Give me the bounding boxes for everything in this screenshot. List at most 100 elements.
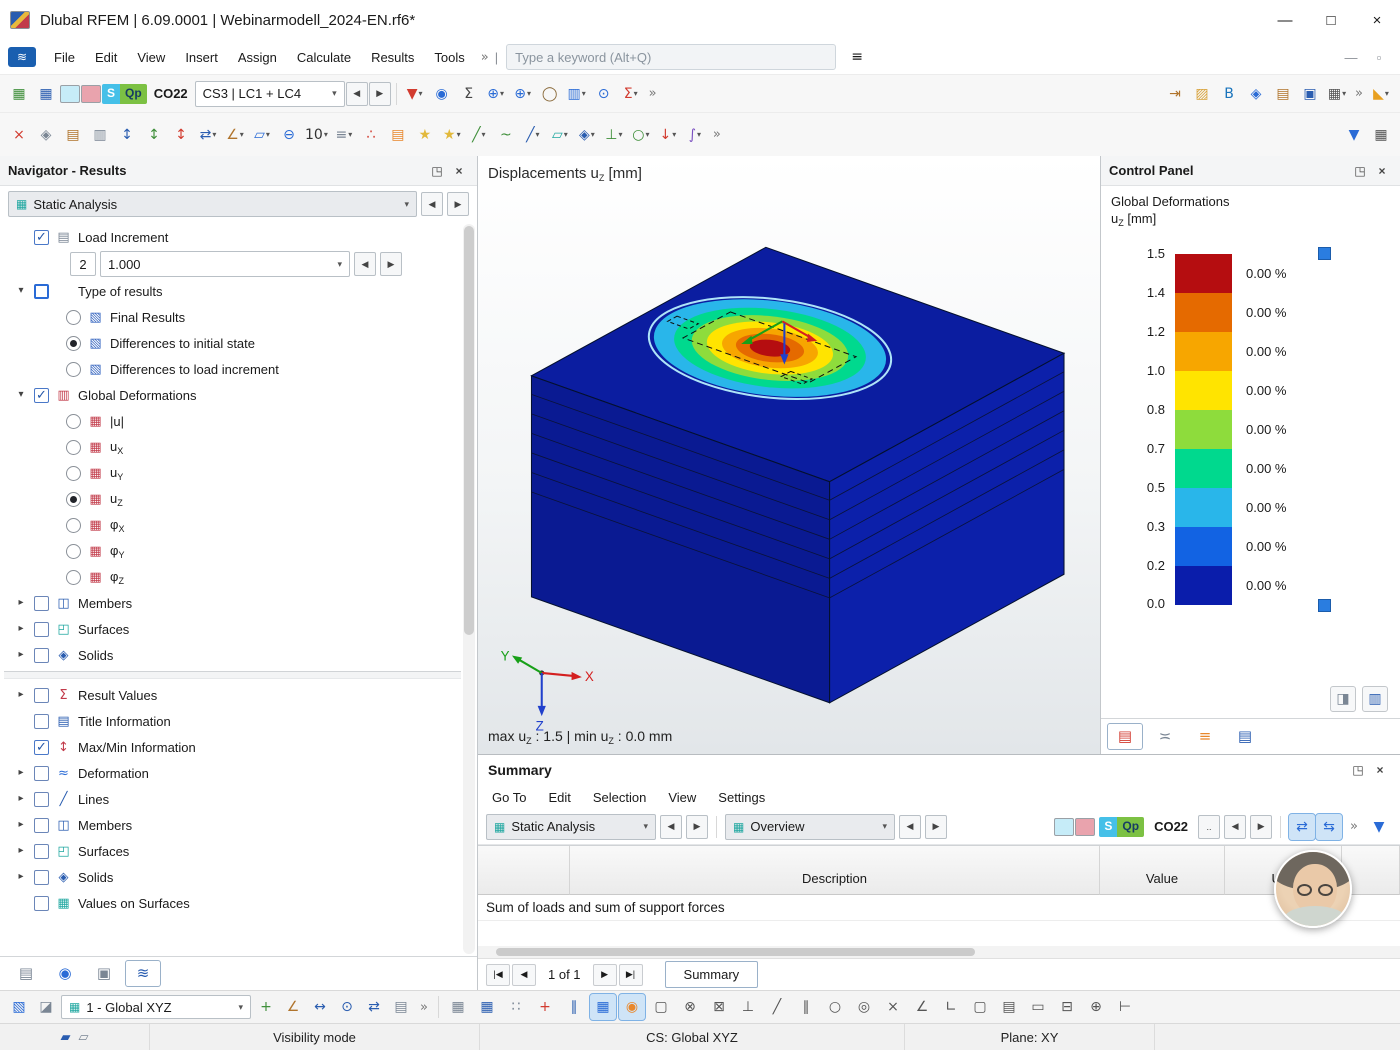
tree-item-control[interactable] (34, 765, 49, 781)
navigator-scrollbar[interactable] (463, 224, 475, 954)
new-table-icon[interactable]: ▦ (6, 81, 32, 107)
bottom-overflow-icon[interactable]: » (416, 1001, 432, 1014)
dimension-icon[interactable]: 10 ▾ (303, 122, 330, 148)
tree-item[interactable]: ▸ ◫ Members (4, 812, 461, 838)
panel-display-icon[interactable]: ◨ (1330, 686, 1356, 712)
summary-analysis-prev-button[interactable]: ◀ (660, 814, 682, 839)
max-values-icon[interactable]: Σ ▾ (618, 81, 644, 107)
load-case-combo[interactable]: CS3 | LC1 + LC4 ▾ (194, 80, 345, 107)
summary-view-prev-button[interactable]: ◀ (899, 814, 921, 839)
drafting-tool-icon[interactable]: ◣ ▾ (1368, 81, 1394, 107)
result-type-chip[interactable]: S Qp (102, 83, 147, 104)
snap-tangent-icon[interactable]: ◎ (851, 994, 877, 1020)
case-next-button[interactable]: ▶ (368, 81, 391, 106)
snap-node-icon[interactable]: + (532, 994, 558, 1020)
control-panel-close-icon[interactable]: × (1372, 161, 1392, 181)
ucs-align-icon[interactable]: ⇄ (361, 994, 387, 1020)
tree-item-control[interactable] (66, 309, 81, 325)
viewport-3d[interactable]: Y X Z Displacements uZ [mm] max uZ : 1.5… (478, 156, 1100, 754)
increment-prev-button[interactable]: ◀ (354, 252, 376, 276)
tab-settings-icon[interactable]: ▤ (1227, 723, 1263, 750)
search-box[interactable] (506, 44, 837, 70)
model-cube-icon[interactable]: ◈ (1243, 81, 1269, 107)
ucs-origin-icon[interactable]: ⊙ (334, 994, 360, 1020)
object-snap-icon[interactable]: ◉ (617, 993, 646, 1021)
tree-item[interactable]: ▦ uX (4, 434, 461, 460)
tree-item[interactable]: ▦ φZ (4, 564, 461, 590)
tree-item[interactable]: ▸ ◰ Surfaces (4, 838, 461, 864)
scale-handle-bottom[interactable] (1318, 599, 1331, 612)
summary-overflow-icon[interactable]: » (1346, 820, 1362, 833)
work-plane-icon[interactable]: ▱ ▾ (249, 122, 275, 148)
grid-settings-icon[interactable]: ▦ (474, 994, 500, 1020)
new-load-icon[interactable]: ↓ ▾ (655, 122, 681, 148)
toolbar-overflow2-icon[interactable]: » (1351, 87, 1367, 100)
pager-next-button[interactable]: ▶ (592, 963, 617, 986)
tab-views-icon[interactable]: ◉ (47, 960, 83, 987)
visibility-filter-icon[interactable]: ▼ (1341, 122, 1367, 148)
summary-menu-item[interactable]: Edit (538, 784, 580, 810)
pager-last-button[interactable]: ▶| (618, 963, 643, 986)
new-support-icon[interactable]: ⊥ ▾ (601, 122, 627, 148)
summary-analysis-next-button[interactable]: ▶ (686, 814, 708, 839)
summary-result-chip[interactable]: S Qp (1099, 816, 1145, 837)
new-arc-icon[interactable]: ~ (493, 122, 519, 148)
clipboard-icon[interactable]: ▤ (1270, 81, 1296, 107)
tree-item[interactable]: ▧ Final Results (4, 304, 461, 330)
tab-summary[interactable]: Summary (664, 961, 759, 988)
coordinate-system-combo[interactable]: ▦ 1 - Global XYZ ▾ (61, 995, 251, 1019)
close-button[interactable]: × (1354, 0, 1400, 40)
tree-item-control[interactable] (34, 647, 49, 663)
save-icon[interactable]: ▣ (1297, 81, 1323, 107)
snap-line-icon[interactable]: ╱ (764, 994, 790, 1020)
tab-camera-icon[interactable]: ▣ (86, 960, 122, 987)
tab-display-icon[interactable]: ▤ (8, 960, 44, 987)
tree-item-control[interactable] (66, 361, 81, 377)
ucs-edit-icon[interactable]: ∠ (280, 994, 306, 1020)
analysis-prev-button[interactable]: ◀ (421, 192, 443, 216)
summary-case-prev-button[interactable]: ◀ (1224, 814, 1247, 839)
child-restore-icon[interactable]: ▫ (1366, 44, 1392, 70)
new-line-icon[interactable]: ╱ ▾ (466, 122, 492, 148)
tree-item[interactable]: ▾ Type of results (4, 278, 461, 304)
observer-view-icon[interactable]: ◯ (537, 81, 563, 107)
tree-item[interactable]: ▸ ◰ Surfaces (4, 616, 461, 642)
menu-item[interactable]: View (127, 44, 175, 70)
tree-item-control[interactable] (34, 687, 49, 703)
tree-item[interactable]: ▸ ≈ Deformation (4, 760, 461, 786)
delete-filter-icon[interactable]: ▼ ▾ (402, 81, 428, 107)
status-visibility-mode[interactable]: Visibility mode (150, 1024, 480, 1050)
menu-item[interactable]: File (44, 44, 85, 70)
guidelines-icon[interactable]: ∥ (561, 994, 587, 1020)
child-minimize-icon[interactable]: — (1338, 44, 1364, 70)
tab-color-scale-icon[interactable]: ▤ (1107, 723, 1143, 750)
snap-angle-icon[interactable]: ∠ (909, 994, 935, 1020)
edit-rotate-icon[interactable]: ∠ ▾ (222, 122, 248, 148)
status-coordinate-system[interactable]: CS: Global XYZ (480, 1024, 905, 1050)
menu-item[interactable]: Calculate (287, 44, 361, 70)
panel-edit-icon[interactable]: ▥ (1362, 686, 1388, 712)
summary-menu-item[interactable]: Go To (482, 784, 536, 810)
measure-icon[interactable]: ∟ (938, 994, 964, 1020)
snap-intersection-icon[interactable]: × (880, 994, 906, 1020)
ruler-icon[interactable]: ⊢ (1112, 994, 1138, 1020)
move-xyz-icon[interactable]: ⇄ ▾ (195, 122, 221, 148)
move-x-icon[interactable]: ↕ (114, 122, 140, 148)
menu-item[interactable]: Tools (424, 44, 474, 70)
analysis-next-button[interactable]: ▶ (447, 192, 469, 216)
tab-factors-icon[interactable]: ≍ (1147, 723, 1183, 750)
tree-item[interactable]: ▦ Values on Surfaces (4, 890, 461, 916)
summary-more-button[interactable]: .. (1198, 814, 1221, 839)
summary-hscrollbar[interactable] (478, 946, 1400, 958)
tree-item-control[interactable] (66, 465, 81, 481)
new-surface-icon[interactable]: ▱ ▾ (547, 122, 573, 148)
section-icon[interactable]: ≡ ▾ (331, 122, 357, 148)
tree-item[interactable]: ▦ |u| (4, 408, 461, 434)
tree-item-control[interactable] (66, 569, 81, 585)
ucs-move-icon[interactable]: ↔ (307, 994, 333, 1020)
imperfection-icon[interactable]: ∫ ▾ (682, 122, 708, 148)
increment-next-button[interactable]: ▶ (380, 252, 402, 276)
margin-icon[interactable]: ⊟ (1054, 994, 1080, 1020)
tree-item[interactable]: ▸ ◈ Solids (4, 864, 461, 890)
clipping-box-icon[interactable]: ◪ (33, 994, 59, 1020)
